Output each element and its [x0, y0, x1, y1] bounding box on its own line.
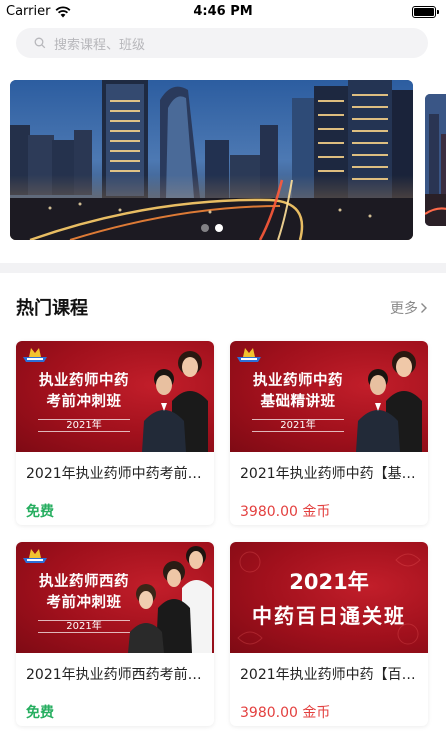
battery-icon	[412, 6, 439, 18]
course-card[interactable]: 2021年 中药百日通关班 2021年执业药师中药【百日通关班】 3980.00…	[230, 542, 428, 726]
thumb-year: 2021年	[38, 620, 130, 633]
course-price: 免费	[26, 705, 54, 721]
thumb-title-year: 2021年	[289, 570, 369, 594]
carousel-dot-active[interactable]	[214, 224, 223, 232]
search-icon	[34, 37, 46, 49]
carrier-info: Carrier	[6, 4, 71, 19]
course-thumbnail: 2021年 中药百日通关班	[230, 542, 428, 653]
course-card[interactable]: 执业药师西药 考前冲刺班 2021年 2021年执业药师西药考前冲刺班 免费	[16, 542, 214, 726]
search-placeholder: 搜索课程、班级	[54, 37, 146, 53]
carousel-indicator	[10, 224, 413, 232]
course-price: 免费	[26, 504, 54, 520]
status-bar: Carrier 4:46 PM	[0, 0, 446, 24]
course-thumbnail: 执业药师中药 考前冲刺班 2021年	[16, 341, 214, 452]
banner-carousel[interactable]	[10, 80, 446, 242]
teachers-photo	[142, 351, 208, 452]
carousel-dot[interactable]	[200, 224, 209, 232]
city-night-image	[425, 94, 446, 226]
thumb-year: 2021年	[38, 419, 130, 432]
teachers-photo	[128, 546, 212, 653]
chevron-right-icon	[421, 303, 427, 313]
wifi-icon	[56, 5, 71, 17]
thumb-year: 2021年	[252, 419, 344, 432]
course-thumbnail: 执业药师西药 考前冲刺班 2021年	[16, 542, 214, 653]
course-thumbnail: 执业药师中药 基础精讲班 2021年	[230, 341, 428, 452]
thumb-title: 执业药师中药 基础精讲班	[253, 373, 343, 410]
course-title: 2021年执业药师西药考前冲刺班	[26, 667, 206, 683]
course-title: 2021年执业药师中药考前冲刺班	[26, 466, 206, 482]
more-label: 更多	[390, 301, 418, 317]
course-title: 2021年执业药师中药【基础精讲班】	[240, 466, 420, 482]
school-badge-icon	[237, 348, 261, 362]
course-price: 3980.00 金币	[240, 705, 331, 721]
more-link[interactable]: 更多	[390, 298, 428, 318]
course-card[interactable]: 执业药师中药 基础精讲班 2021年 2021年执业药师中药【基础精讲班】 39…	[230, 341, 428, 525]
search-input[interactable]: 搜索课程、班级	[16, 28, 428, 58]
teachers-photo	[356, 351, 422, 452]
city-skyline-image	[10, 80, 413, 240]
course-price: 3980.00 金币	[240, 504, 331, 520]
thumb-title: 执业药师中药 考前冲刺班	[39, 373, 129, 410]
course-card[interactable]: 执业药师中药 考前冲刺班 2021年 2021年执业药师中药考前冲刺班 免费	[16, 341, 214, 525]
thumb-title: 中药百日通关班	[252, 604, 406, 628]
section-divider	[0, 263, 446, 273]
school-badge-icon	[23, 348, 47, 362]
banner-slide[interactable]	[10, 80, 413, 240]
school-badge-icon	[23, 549, 47, 563]
section-title: 热门课程	[16, 298, 88, 319]
tab-bar-edge	[0, 744, 446, 756]
carrier-label: Carrier	[6, 4, 51, 19]
decorative-pattern	[237, 551, 421, 645]
course-title: 2021年执业药师中药【百日通关班】	[240, 667, 420, 683]
banner-next-slide-peek[interactable]	[425, 94, 446, 226]
